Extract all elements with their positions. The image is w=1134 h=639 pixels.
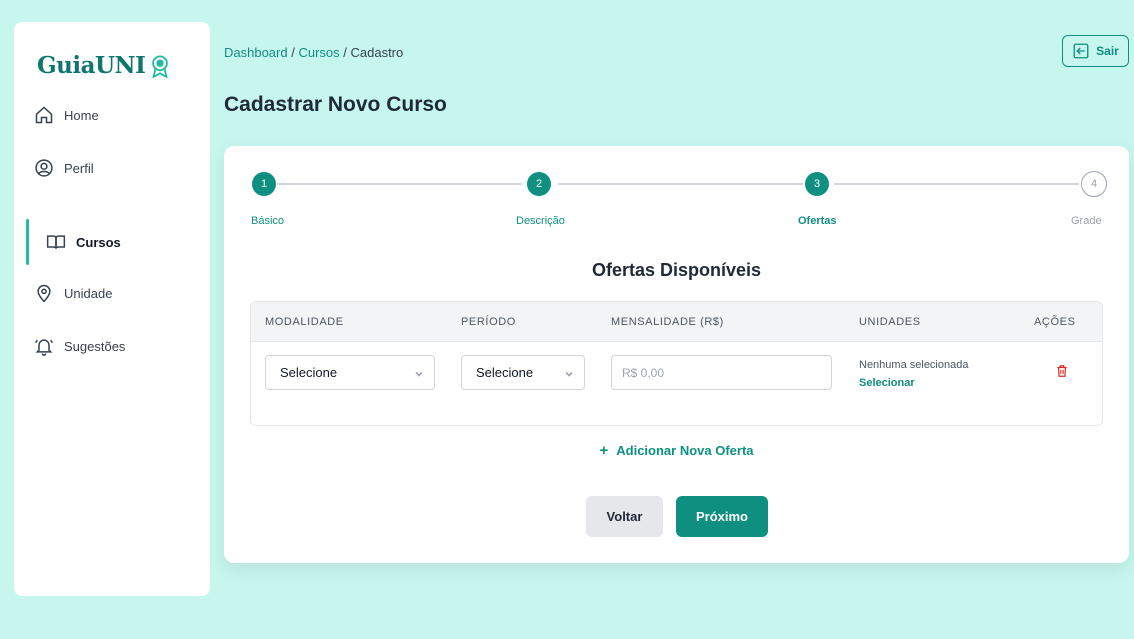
step-2-circle[interactable]: 2 [527, 172, 551, 196]
sidebar-item-unidade[interactable]: Unidade [14, 276, 210, 310]
breadcrumb-separator: / [339, 45, 351, 60]
mensalidade-input[interactable] [611, 355, 832, 390]
sidebar-item-label: Sugestões [64, 338, 126, 354]
column-header: PERÍODO [461, 316, 516, 328]
add-offer-button[interactable]: + Adicionar Nova Oferta [224, 442, 1129, 459]
modalidade-select[interactable]: Selecione [265, 355, 435, 390]
step-connector [558, 183, 803, 185]
column-header: UNIDADES [859, 316, 921, 328]
step-4-circle[interactable]: 4 [1081, 171, 1107, 197]
logout-button[interactable]: Sair [1062, 35, 1129, 67]
column-header: AÇÕES [1034, 316, 1076, 328]
course-form-card: 1 2 3 4 Básico Descrição Ofertas Grade O… [224, 146, 1129, 563]
modalidade-value: Selecione [280, 365, 338, 380]
sidebar-item-cursos[interactable]: Cursos [14, 219, 210, 265]
logout-label: Sair [1096, 44, 1119, 58]
sidebar-item-label: Cursos [76, 234, 121, 250]
column-header: MENSALIDADE (R$) [611, 316, 724, 328]
chevron-down-icon [564, 367, 574, 377]
step-4-label: Grade [1071, 215, 1102, 227]
periodo-value: Selecione [476, 365, 534, 380]
step-1-circle[interactable]: 1 [252, 172, 276, 196]
select-units-link[interactable]: Selecionar [859, 377, 915, 389]
logo[interactable]: GuiaUNI [37, 52, 171, 79]
breadcrumb: Dashboard / Cursos / Cadastro [224, 45, 403, 60]
sidebar-item-label: Home [64, 107, 99, 123]
logout-icon [1073, 43, 1089, 59]
breadcrumb-cursos[interactable]: Cursos [298, 45, 339, 60]
stepper: 1 2 3 4 Básico Descrição Ofertas Grade [224, 146, 1129, 236]
sidebar-item-sugestoes[interactable]: Sugestões [14, 329, 210, 363]
user-circle-icon [34, 158, 54, 178]
offers-title: Ofertas Disponíveis [591, 260, 762, 280]
bell-icon [34, 336, 54, 356]
step-3-circle[interactable]: 3 [805, 172, 829, 196]
page-title: Cadastrar Novo Curso [224, 93, 447, 116]
offers-table: MODALIDADE PERÍODO MENSALIDADE (R$) UNID… [250, 301, 1103, 426]
breadcrumb-dashboard[interactable]: Dashboard [224, 45, 288, 60]
next-button[interactable]: Próximo [676, 496, 768, 537]
units-status: Nenhuma selecionada [859, 359, 969, 371]
breadcrumb-separator: / [287, 45, 299, 60]
sidebar-item-home[interactable]: Home [14, 98, 210, 132]
chevron-down-icon [414, 367, 424, 377]
step-connector [834, 183, 1079, 185]
award-icon [152, 54, 169, 78]
column-header: MODALIDADE [265, 316, 344, 328]
step-connector [277, 183, 522, 185]
sidebar-item-perfil[interactable]: Perfil [14, 151, 210, 185]
plus-icon: + [599, 442, 609, 459]
sidebar-item-label: Perfil [64, 160, 94, 176]
step-1-label: Básico [251, 215, 285, 227]
step-2-label: Descrição [516, 215, 565, 227]
home-icon [34, 105, 54, 125]
map-pin-icon [34, 283, 54, 303]
book-open-icon [46, 232, 66, 252]
breadcrumb-current: Cadastro [350, 45, 404, 60]
table-header: MODALIDADE PERÍODO MENSALIDADE (R$) UNID… [251, 302, 1102, 342]
logo-text: GuiaUNI [37, 52, 146, 79]
sidebar: GuiaUNI Home Perfil Cursos Unidade Suges… [14, 22, 210, 596]
periodo-select[interactable]: Selecione [461, 355, 585, 390]
back-button[interactable]: Voltar [586, 496, 663, 537]
trash-icon[interactable] [1055, 364, 1069, 378]
step-3-label: Ofertas [798, 215, 837, 227]
sidebar-item-label: Unidade [64, 285, 113, 301]
add-offer-label: Adicionar Nova Oferta [616, 443, 754, 458]
